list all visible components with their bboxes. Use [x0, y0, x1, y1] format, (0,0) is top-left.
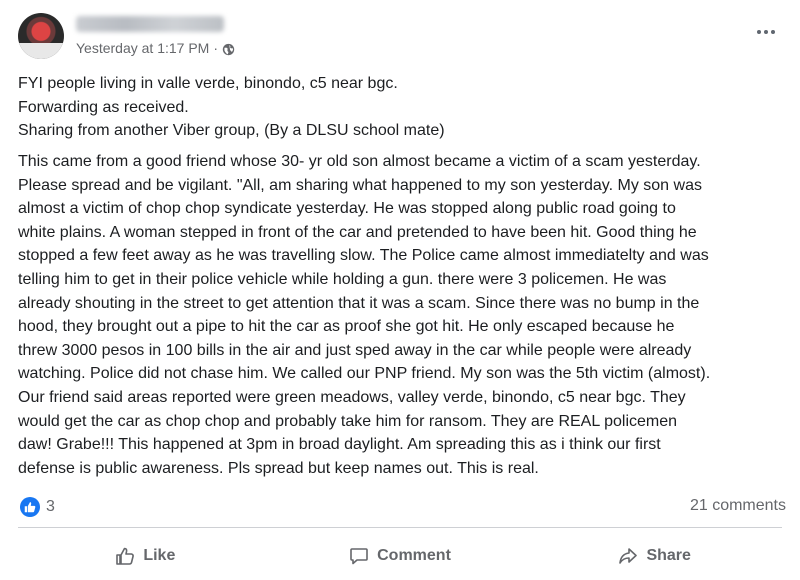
share-label: Share	[646, 547, 691, 564]
share-arrow-icon	[619, 548, 638, 564]
body-line: This came from a good friend whose 30- y…	[18, 153, 701, 170]
post-intro: FYI people living in valle verde, binond…	[18, 72, 788, 143]
share-button[interactable]: Share	[527, 536, 782, 576]
body-line: daw! Grabe!!! This happened at 3pm in br…	[18, 436, 661, 454]
globe-icon[interactable]	[222, 43, 235, 56]
comment-bubble-icon	[350, 548, 368, 565]
intro-line: Forwarding as received.	[18, 98, 189, 116]
body-line: telling him to get in their police vehic…	[18, 270, 667, 288]
body-line: hood, they brought out a pipe to hit the…	[18, 318, 675, 336]
reaction-count: 3	[46, 498, 55, 515]
body-line: defense is public awareness. Pls spread …	[18, 459, 539, 477]
divider	[18, 527, 782, 528]
thumbs-up-icon	[116, 547, 135, 565]
avatar[interactable]	[18, 13, 64, 59]
post-meta: Yesterday at 1:17 PM ·	[76, 40, 235, 56]
like-reaction-icon	[20, 497, 40, 517]
body-line: threw 3000 pesos in 100 bills in the air…	[18, 341, 692, 359]
facebook-post: Yesterday at 1:17 PM · FYI people living…	[0, 0, 800, 580]
post-timestamp[interactable]: Yesterday at 1:17 PM	[76, 40, 209, 56]
reactions-summary[interactable]: 3	[20, 496, 55, 518]
body-line: stopped a few feet away as he was travel…	[18, 247, 709, 265]
body-line: Please spread and be vigilant. "All, am …	[18, 176, 702, 194]
comments-count-link[interactable]: 21 comments	[690, 497, 786, 515]
like-label: Like	[143, 547, 176, 564]
meta-separator: ·	[213, 40, 219, 56]
body-line: Our friend said areas reported were gree…	[18, 388, 686, 406]
post-header: Yesterday at 1:17 PM ·	[18, 13, 782, 63]
post-body: This came from a good friend whose 30- y…	[18, 150, 788, 480]
comment-button[interactable]: Comment	[273, 536, 528, 576]
more-options-icon[interactable]	[752, 23, 780, 41]
body-line: watching. Police did not chase him. We c…	[18, 365, 711, 383]
intro-line: Sharing from another Viber group, (By a …	[18, 122, 445, 139]
body-line: would get the car as chop chop and proba…	[18, 412, 678, 430]
like-button[interactable]: Like	[18, 536, 273, 576]
intro-line: FYI people living in valle verde, binond…	[18, 75, 398, 92]
comment-label: Comment	[377, 547, 451, 564]
post-actions: Like Comment Share	[18, 536, 782, 576]
body-line: already shouting in the street to get at…	[18, 294, 700, 312]
body-line: white plains. A woman stepped in front o…	[18, 223, 697, 241]
author-name-blurred[interactable]	[76, 16, 224, 32]
body-line: almost a victim of chop chop syndicate y…	[18, 200, 676, 218]
